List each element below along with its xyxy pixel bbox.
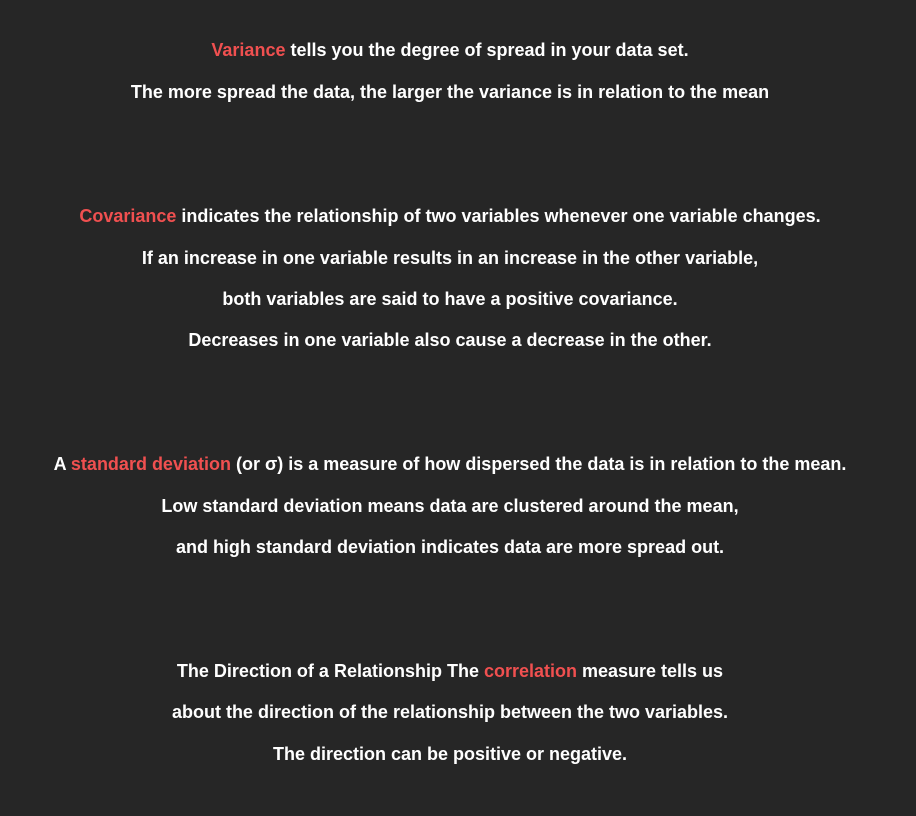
correlation-line-2: about the direction of the relationship …	[171, 702, 729, 722]
std-dev-prefix: A	[53, 454, 71, 474]
std-dev-line-1: A standard deviation (or σ) is a measure…	[0, 453, 900, 475]
covariance-line-2: If an increase in one variable results i…	[141, 248, 759, 268]
covariance-definition: indicates the relationship of two variab…	[176, 206, 821, 226]
variance-term: Variance	[211, 40, 286, 60]
correlation-line-1: The Direction of a Relationship The corr…	[0, 660, 900, 682]
std-dev-definition: (or σ) is a measure of how dispersed the…	[230, 454, 847, 474]
correlation-line-3: The direction can be positive or negativ…	[272, 744, 628, 764]
std-dev-line-2: Low standard deviation means data are cl…	[161, 496, 739, 516]
std-dev-term: standard deviation	[70, 454, 231, 474]
covariance-line-3: both variables are said to have a positi…	[222, 289, 678, 309]
std-dev-line-3: and high standard deviation indicates da…	[175, 537, 725, 557]
correlation-term: correlation	[483, 661, 577, 681]
covariance-line-1: Covariance indicates the relationship of…	[0, 205, 900, 227]
variance-line-1: Variance tells you the degree of spread …	[0, 39, 900, 61]
correlation-prefix: The Direction of a Relationship The	[176, 661, 484, 681]
covariance-term: Covariance	[79, 206, 177, 226]
correlation-definition: measure tells us	[576, 661, 724, 681]
variance-line-2: The more spread the data, the larger the…	[130, 82, 770, 102]
variance-definition: tells you the degree of spread in your d…	[285, 40, 689, 60]
covariance-line-4: Decreases in one variable also cause a d…	[188, 330, 712, 350]
